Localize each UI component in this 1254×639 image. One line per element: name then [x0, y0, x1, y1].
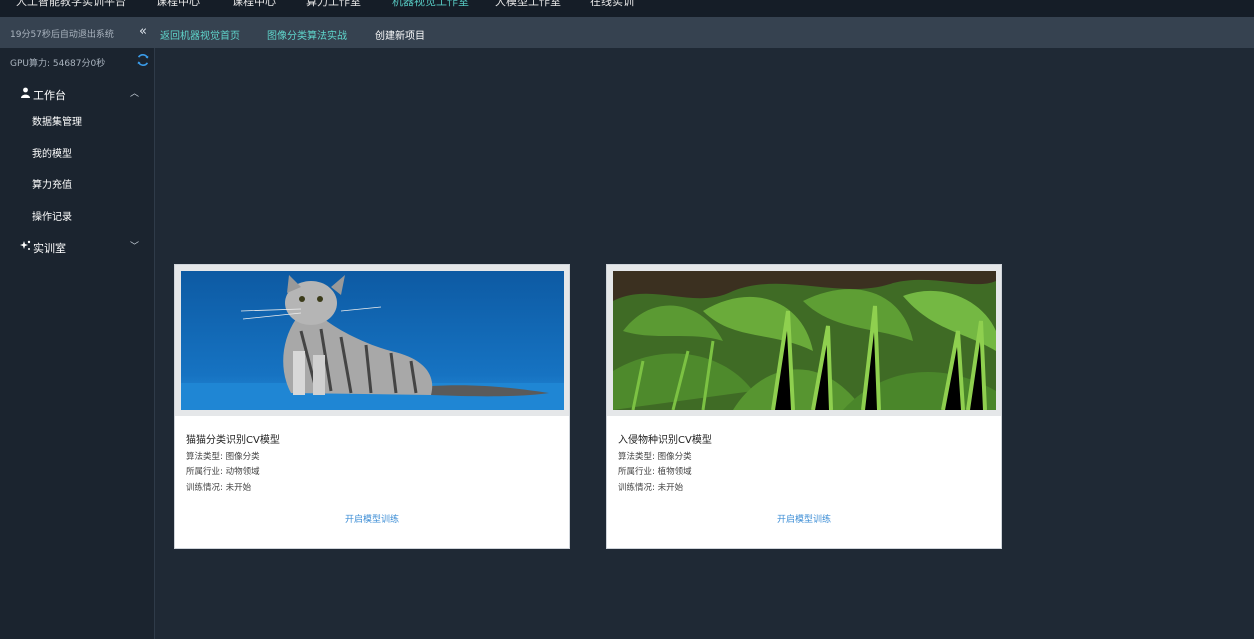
card-algorithm-type: 算法类型: 图像分类 — [186, 452, 260, 462]
chevron-up-icon: ︿ — [129, 89, 139, 99]
sidebar-item-my-models[interactable]: 我的模型 — [32, 145, 72, 160]
user-icon — [21, 87, 30, 98]
sidebar: GPU算力: 54687分0秒 工作台 ︿ 数据集管理 我的模型 算力充值 操作… — [0, 48, 155, 639]
card-algorithm-type: 算法类型: 图像分类 — [618, 452, 692, 462]
top-nav: 人工智能教学实训平台 课程中心 课程中心 算力工作室 机器视觉工作室 大模型工作… — [0, 0, 1254, 17]
card-training-status: 训练情况: 未开始 — [186, 483, 252, 493]
card-industry: 所属行业: 动物领域 — [186, 467, 260, 477]
nav-platform-title[interactable]: 人工智能教学实训平台 — [16, 0, 126, 9]
nav-item-machine-vision[interactable]: 机器视觉工作室 — [392, 0, 469, 9]
nav-item-llm-studio[interactable]: 大模型工作室 — [495, 0, 561, 9]
card-training-status: 训练情况: 未开始 — [618, 483, 684, 493]
start-training-button[interactable]: 开启模型训练 — [607, 512, 1001, 525]
sidebar-item-operation-log[interactable]: 操作记录 — [32, 208, 72, 223]
sidebar-group-label: 工作台 — [33, 89, 66, 102]
start-training-button[interactable]: 开启模型训练 — [175, 512, 569, 525]
gpu-balance: GPU算力: 54687分0秒 — [10, 59, 106, 69]
nav-item-compute-studio[interactable]: 算力工作室 — [306, 0, 361, 9]
refresh-icon[interactable] — [136, 53, 150, 67]
sub-header: 19分57秒后自动退出系统 « 返回机器视觉首页 图像分类算法实战 创建新项目 — [0, 17, 1254, 48]
logout-countdown: 19分57秒后自动退出系统 — [10, 30, 114, 40]
breadcrumb-create-project[interactable]: 创建新项目 — [375, 27, 425, 42]
nav-item-course-center-1[interactable]: 课程中心 — [156, 0, 200, 9]
sidebar-group-label: 实训室 — [33, 242, 66, 255]
breadcrumb-machine-vision-home[interactable]: 返回机器视觉首页 — [160, 27, 240, 42]
sidebar-group-workbench[interactable]: 工作台 ︿ — [0, 83, 155, 105]
plant-image — [613, 271, 996, 410]
chevron-down-icon: ﹀ — [129, 242, 139, 252]
sidebar-group-lab[interactable]: 实训室 ﹀ — [0, 236, 155, 258]
nav-item-online-training[interactable]: 在线实训 — [590, 0, 634, 9]
project-card[interactable]: 入侵物种识别CV模型 算法类型: 图像分类 所属行业: 植物领域 训练情况: 未… — [606, 264, 1002, 549]
card-industry: 所属行业: 植物领域 — [618, 467, 692, 477]
card-image-frame — [175, 265, 569, 416]
nav-item-course-center-2[interactable]: 课程中心 — [232, 0, 276, 9]
card-title: 猫猫分类识别CV模型 — [186, 435, 280, 446]
card-image-frame — [607, 265, 1001, 416]
card-title: 入侵物种识别CV模型 — [618, 435, 712, 446]
sidebar-item-compute-recharge[interactable]: 算力充值 — [32, 176, 72, 191]
collapse-sidebar-icon[interactable]: « — [136, 23, 150, 41]
cat-image — [181, 271, 564, 410]
breadcrumb-image-classification[interactable]: 图像分类算法实战 — [267, 27, 347, 42]
sparkle-icon — [20, 240, 31, 250]
sidebar-item-dataset-management[interactable]: 数据集管理 — [32, 113, 82, 128]
project-card[interactable]: 猫猫分类识别CV模型 算法类型: 图像分类 所属行业: 动物领域 训练情况: 未… — [174, 264, 570, 549]
